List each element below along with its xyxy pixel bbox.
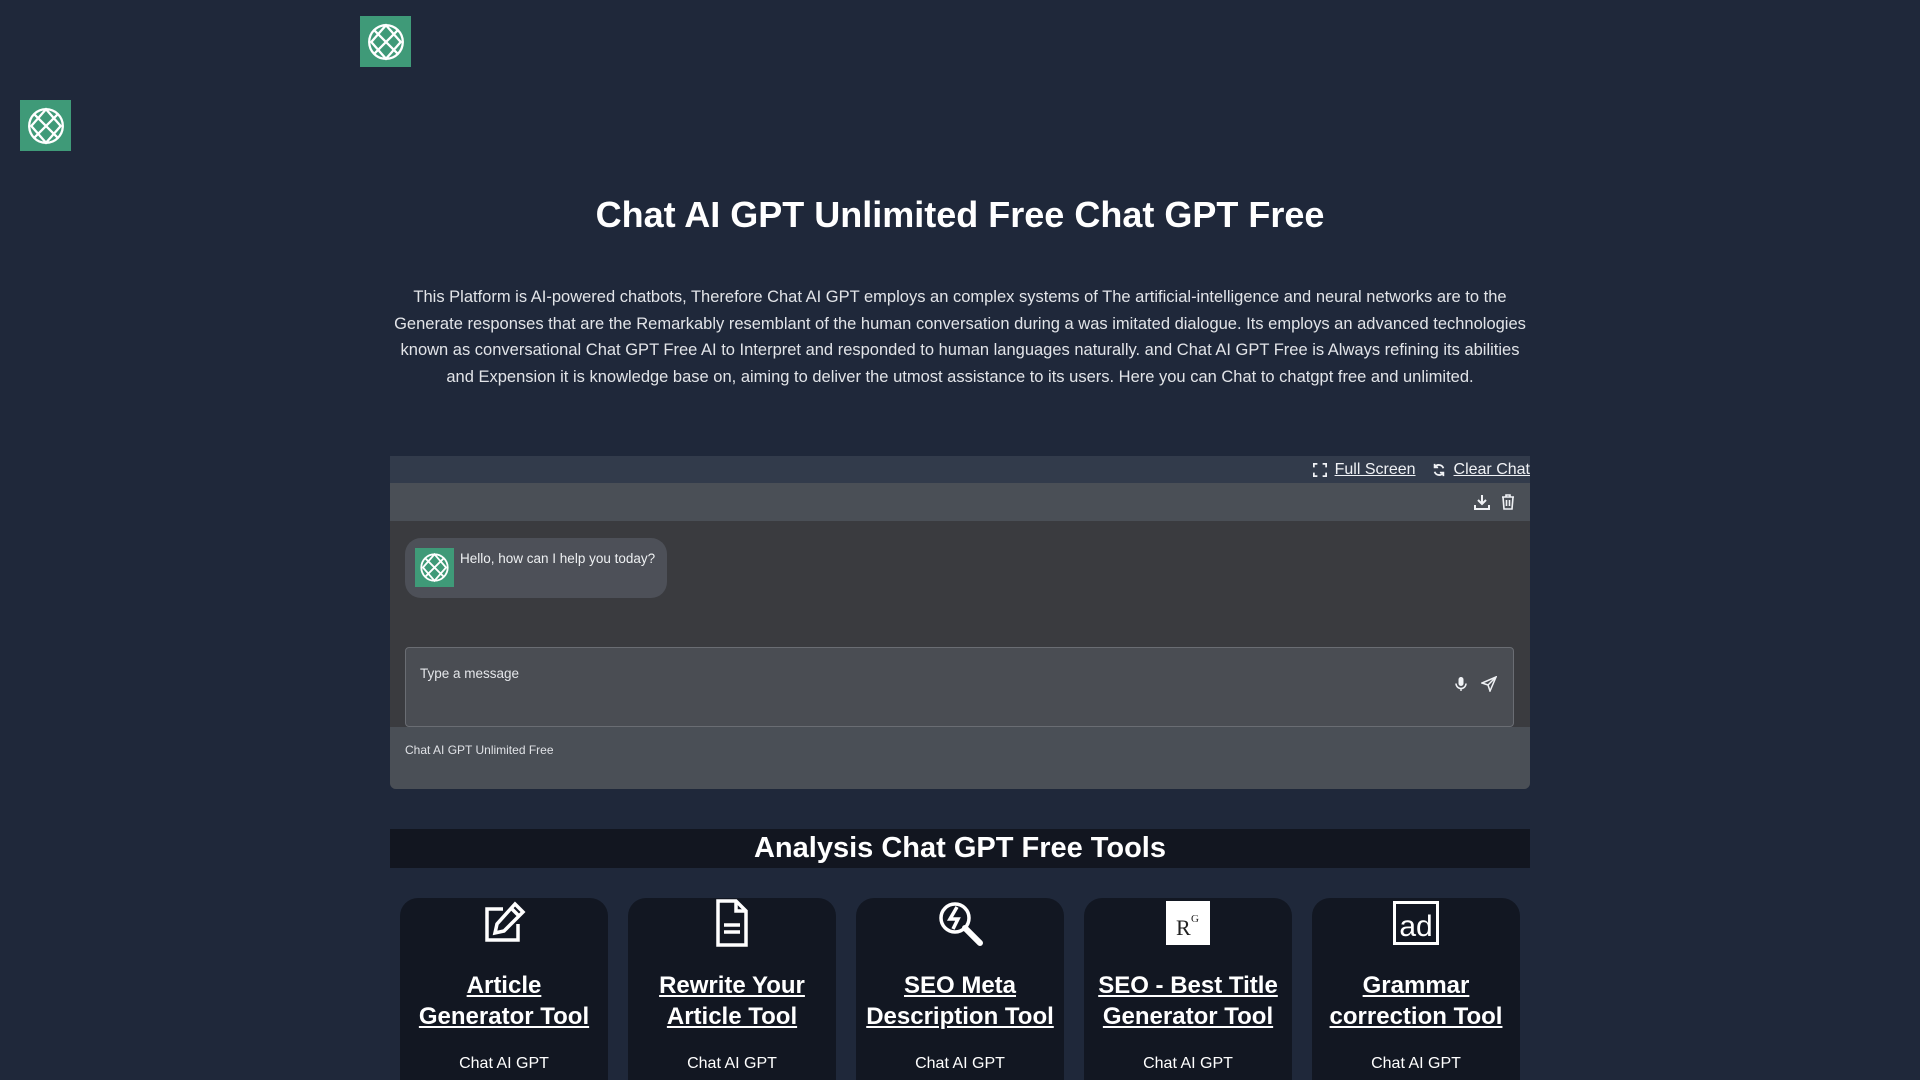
edit-icon: [485, 901, 526, 942]
download-icon[interactable]: [1474, 494, 1490, 510]
tool-subtitle: Chat AI GPT: [1371, 1055, 1461, 1072]
tool-card-seo-meta[interactable]: SEO Meta Description Tool Chat AI GPT: [856, 898, 1064, 1080]
tool-title[interactable]: SEO Meta Description Tool: [862, 970, 1058, 1032]
tools-heading: Analysis Chat GPT Free Tools: [390, 829, 1530, 868]
tool-subtitle: Chat AI GPT: [687, 1055, 777, 1072]
bot-avatar-icon: [415, 548, 454, 587]
chat-header: [390, 483, 1530, 521]
chat-footer-bar: [390, 727, 1530, 789]
svg-text:G: G: [1191, 913, 1199, 925]
chat-window: Hello, how can I help you today? Type a …: [390, 483, 1530, 789]
document-icon: [716, 899, 748, 947]
clear-chat-label: Clear Chat: [1453, 460, 1530, 478]
intro-paragraph: This Platform is AI-powered chatbots, Th…: [394, 288, 1526, 387]
tool-title[interactable]: Rewrite Your Article Tool: [634, 970, 830, 1032]
refresh-icon: [1433, 463, 1444, 476]
clear-chat-button[interactable]: Clear Chat: [1432, 461, 1530, 479]
expand-icon: [1312, 462, 1327, 477]
page-title: Chat AI GPT Unlimited Free Chat GPT Free: [595, 194, 1325, 235]
tool-card-seo-title[interactable]: R G SEO - Best Title Generator Tool Chat…: [1084, 898, 1292, 1080]
site-logo-icon[interactable]: [360, 16, 411, 67]
message-input[interactable]: Type a message: [405, 647, 1514, 727]
chat-footer-text: Chat AI GPT Unlimited Free: [405, 743, 554, 757]
send-icon[interactable]: [1481, 676, 1497, 692]
svg-text:R: R: [1176, 915, 1191, 940]
fullscreen-button[interactable]: Full Screen: [1312, 460, 1416, 479]
tool-subtitle: Chat AI GPT: [459, 1055, 549, 1072]
tool-card-rewrite-article[interactable]: Rewrite Your Article Tool Chat AI GPT: [628, 898, 836, 1080]
chat-topbar: Full Screen Clear Chat: [390, 456, 1530, 483]
ad-icon: ad: [1393, 901, 1439, 945]
svg-text:ad: ad: [1399, 910, 1432, 943]
search-bolt-icon: [939, 902, 983, 946]
tool-card-article-generator[interactable]: Article Generator Tool Chat AI GPT: [400, 898, 608, 1080]
tool-subtitle: Chat AI GPT: [1143, 1055, 1233, 1072]
fullscreen-label: Full Screen: [1334, 460, 1416, 478]
tool-title[interactable]: Article Generator Tool: [406, 970, 602, 1032]
tool-title[interactable]: SEO - Best Title Generator Tool: [1090, 970, 1286, 1032]
sidebar-logo-icon[interactable]: [20, 100, 71, 151]
bot-message-text: Hello, how can I help you today?: [460, 551, 656, 566]
tool-subtitle: Chat AI GPT: [915, 1055, 1005, 1072]
research-gate-icon: R G: [1166, 901, 1210, 945]
trash-icon[interactable]: [1500, 494, 1516, 510]
microphone-icon[interactable]: [1453, 676, 1469, 692]
tool-card-grammar[interactable]: ad Grammar correction Tool Chat AI GPT: [1312, 898, 1520, 1080]
tool-title[interactable]: Grammar correction Tool: [1318, 970, 1514, 1032]
bot-message: Hello, how can I help you today?: [405, 538, 667, 598]
message-input-placeholder: Type a message: [420, 666, 520, 681]
